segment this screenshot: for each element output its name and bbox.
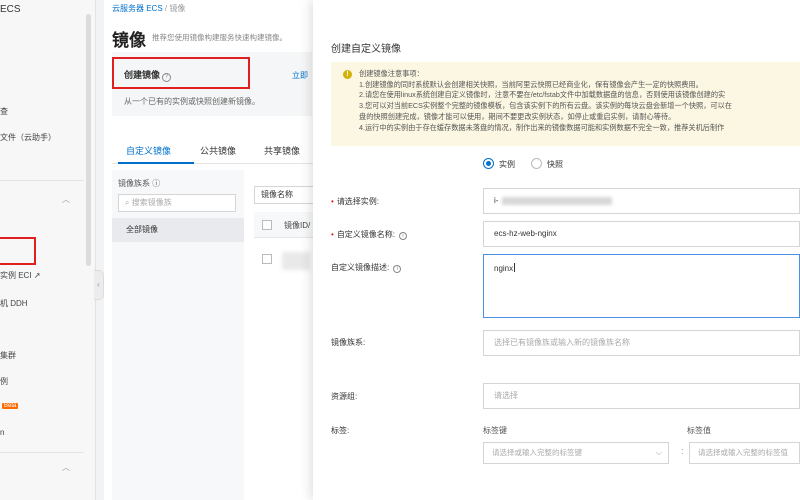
tag-value-placeholder: 请选择或输入完整的标签值 <box>698 448 788 457</box>
side-link[interactable]: 立即 <box>292 70 308 81</box>
row-checkbox[interactable] <box>262 254 272 264</box>
image-family-input[interactable]: 选择已有镜像族或输入新的镜像族名称 <box>483 330 800 356</box>
help-icon[interactable]: ⓘ <box>152 179 160 188</box>
required-marker: • <box>331 230 334 239</box>
tag-key-label: 标签键 <box>483 426 507 435</box>
nav-divider <box>0 452 84 453</box>
text-caret <box>514 263 516 272</box>
notice-title: 创建镜像注意事项： <box>359 69 424 78</box>
image-family-panel: 镜像族系 ⓘ ⌕ 搜索镜像族 全部镜像 <box>112 170 244 500</box>
tab-shared-images[interactable]: 共享镜像 <box>264 144 300 157</box>
nav-item-ddh[interactable]: 机 DDH <box>0 298 28 309</box>
tab-custom-images[interactable]: 自定义镜像 <box>126 144 171 157</box>
image-desc-textarea[interactable]: nginx <box>483 254 800 318</box>
chevron-up-icon[interactable]: ︿ <box>62 462 70 473</box>
instance-select-value: i- <box>494 196 499 205</box>
row-content-obscured <box>282 252 310 270</box>
notice-line: 4.运行中的实例由于存在缓存数据未落盘的情况，制作出来的镜像数据可能和实例数据不… <box>359 122 725 132</box>
breadcrumb-current: 镜像 <box>169 4 186 13</box>
notice-line: 盘的快照创建完成，镜像才能可以使用，期间不要更改实例状态，如停止或重启实例，请耐… <box>359 111 676 121</box>
collapse-nav-handle[interactable]: ‹ <box>94 270 104 300</box>
image-name-label: • 自定义镜像名称: i <box>331 229 408 240</box>
tag-key-placeholder: 请选择或输入完整的标签键 <box>492 448 582 457</box>
page-subtitle: 推荐您使用镜像构建服务快速构建镜像。 <box>152 33 287 42</box>
instance-select[interactable]: i- <box>483 188 800 214</box>
instance-label-text: 请选择实例: <box>336 197 380 206</box>
nav-item-cluster[interactable]: 集群 <box>0 350 16 361</box>
radio-snapshot[interactable] <box>531 158 542 169</box>
create-image-desc: 从一个已有的实例或快照创建新镜像。 <box>124 97 260 106</box>
highlight-box-nav-images <box>0 237 36 265</box>
nav-item-n[interactable]: n <box>0 428 4 437</box>
image-family-search-input[interactable]: ⌕ 搜索镜像族 <box>118 194 236 212</box>
highlight-box-create-image <box>112 57 250 89</box>
tab-public-images[interactable]: 公共镜像 <box>200 144 236 157</box>
chevron-up-icon[interactable]: ︿ <box>62 194 70 205</box>
breadcrumb: 云服务器 ECS / 镜像 <box>112 3 185 14</box>
notice-line: 3.您可以对当前ECS实例整个完整的镜像模板，包含该实例下的所有云盘。该实例的每… <box>359 101 732 111</box>
required-marker: • <box>331 197 334 206</box>
search-icon: ⌕ <box>125 198 130 207</box>
create-custom-image-drawer: 创建自定义镜像 ! 创建镜像注意事项： 1.创建镜像的同时系统默认会创建相关快照… <box>313 0 800 500</box>
active-tab-indicator <box>118 162 194 164</box>
image-family-title-text: 镜像族系 <box>118 179 150 188</box>
tag-value-select[interactable]: 请选择或输入完整的标签值 <box>689 442 800 464</box>
page-title: 镜像 <box>112 31 146 50</box>
instance-label: • 请选择实例: <box>331 196 379 207</box>
nav-item-eci-label: 实例 ECI <box>0 271 32 280</box>
external-link-icon: ↗ <box>33 271 41 280</box>
chevron-down-icon: ⌵ <box>655 448 662 457</box>
image-desc-value: nginx <box>494 264 514 273</box>
notice-line: 1.创建镜像的同时系统默认会创建相关快照，当前阿里云快照已经商业化，保有镜像会产… <box>359 79 703 89</box>
nav-item-eci[interactable]: 实例 ECI ↗ <box>0 270 41 281</box>
tag-label: 标签: <box>331 426 350 435</box>
resource-group-label: 资源组: <box>331 392 358 401</box>
nav-divider <box>0 180 84 181</box>
table-filter-select[interactable]: 镜像名称 <box>254 186 314 204</box>
notice-box: ! 创建镜像注意事项： 1.创建镜像的同时系统默认会创建相关快照，当前阿里云快照… <box>331 62 800 146</box>
image-family-label: 镜像族系: <box>331 338 366 347</box>
instance-id-obscured <box>502 196 613 205</box>
column-image-id: 镜像ID/ <box>284 221 311 230</box>
image-family-title: 镜像族系 ⓘ <box>118 178 160 189</box>
resource-group-select[interactable]: 请选择 <box>483 383 800 409</box>
breadcrumb-ecs-link[interactable]: 云服务器 ECS <box>112 4 163 13</box>
table-header: 镜像ID/ <box>254 212 314 238</box>
nav-item-instance[interactable]: 例 <box>0 376 8 387</box>
search-placeholder: 搜索镜像族 <box>131 198 172 207</box>
chevron-left-icon: ‹ <box>97 280 100 289</box>
all-images-item[interactable]: 全部镜像 <box>112 218 244 242</box>
image-name-input[interactable]: ecs-hz-web-nginx <box>483 221 800 247</box>
tag-key-select[interactable]: 请选择或输入完整的标签键 ⌵ <box>483 442 669 464</box>
notice-text: 创建镜像注意事项： 1.创建镜像的同时系统默认会创建相关快照，当前阿里云快照已经… <box>359 69 732 133</box>
product-brand: ECS <box>0 4 21 15</box>
breadcrumb-separator: / <box>164 4 168 13</box>
nav-item-beta[interactable]: Beta <box>0 400 19 409</box>
image-desc-label-text: 自定义镜像描述: <box>331 263 390 272</box>
nav-scrollbar[interactable] <box>86 14 91 266</box>
radio-instance[interactable] <box>483 158 494 169</box>
image-name-label-text: 自定义镜像名称: <box>336 230 396 239</box>
image-desc-label: 自定义镜像描述: i <box>331 262 402 273</box>
radio-instance-label[interactable]: 实例 <box>499 159 515 170</box>
tag-value-label: 标签值 <box>687 426 711 435</box>
tag-colon: : <box>681 446 684 456</box>
info-icon[interactable]: i <box>399 232 408 240</box>
drawer-title: 创建自定义镜像 <box>331 44 401 55</box>
nav-item-check[interactable]: 查 <box>0 106 8 117</box>
warning-icon: ! <box>343 70 352 79</box>
info-icon[interactable]: i <box>393 265 402 273</box>
beta-badge: Beta <box>2 403 19 409</box>
select-all-checkbox[interactable] <box>262 220 272 230</box>
nav-item-file-assistant[interactable]: 文件（云助手） <box>0 132 56 143</box>
radio-snapshot-label[interactable]: 快照 <box>547 159 563 170</box>
notice-line: 2.请您在使用linux系统创建自定义镜像时，注意不要在/etc/fstab文件… <box>359 90 726 100</box>
